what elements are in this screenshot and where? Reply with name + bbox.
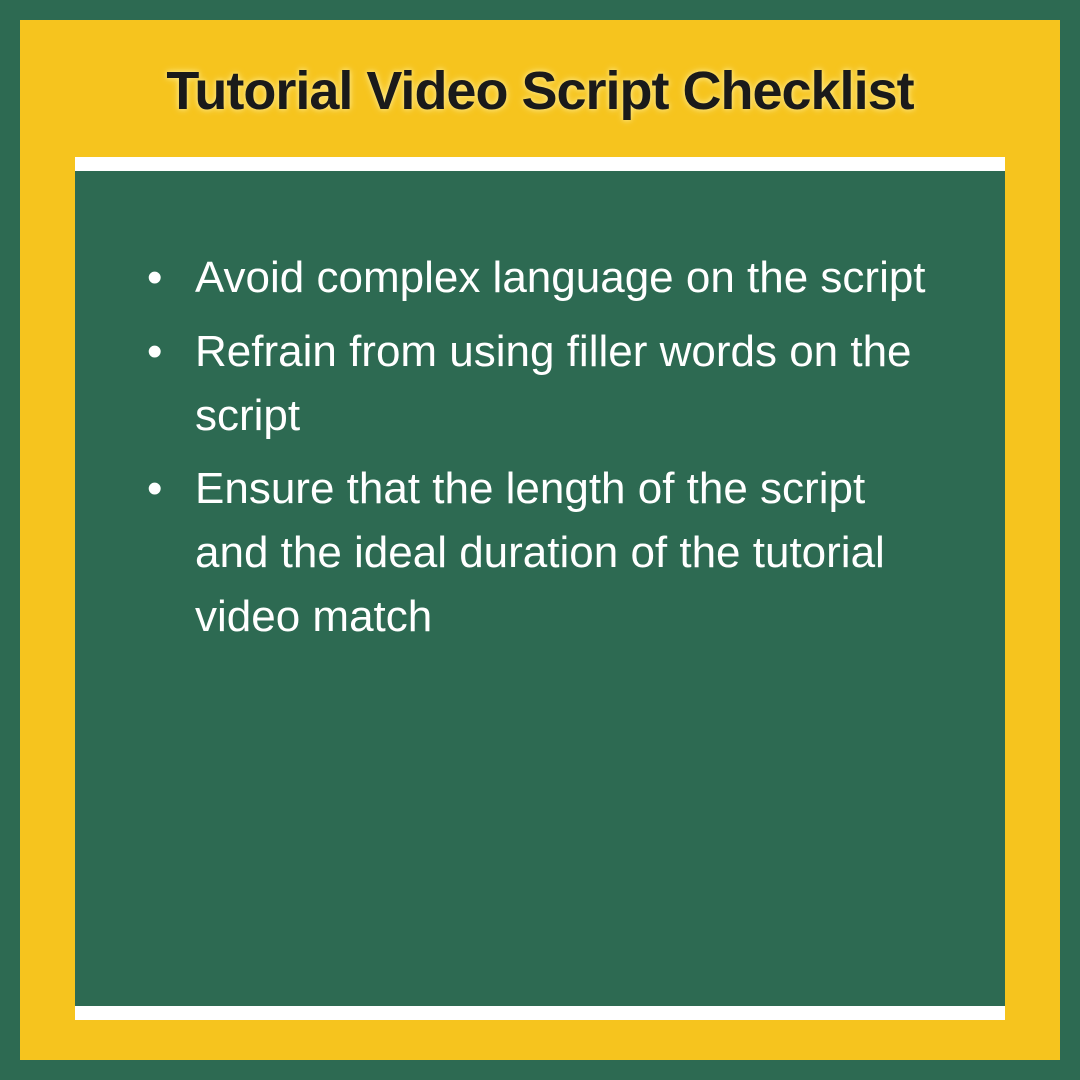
checklist: Avoid complex language on the script Ref… [135, 246, 945, 649]
content-panel: Avoid complex language on the script Ref… [75, 171, 1005, 1006]
page-title: Tutorial Video Script Checklist [75, 60, 1005, 122]
bottom-divider [75, 1006, 1005, 1020]
list-item: Ensure that the length of the script and… [135, 457, 945, 648]
outer-frame: Tutorial Video Script Checklist Avoid co… [20, 20, 1060, 1060]
top-divider [75, 157, 1005, 171]
list-item: Avoid complex language on the script [135, 246, 945, 310]
list-item: Refrain from using filler words on the s… [135, 320, 945, 448]
